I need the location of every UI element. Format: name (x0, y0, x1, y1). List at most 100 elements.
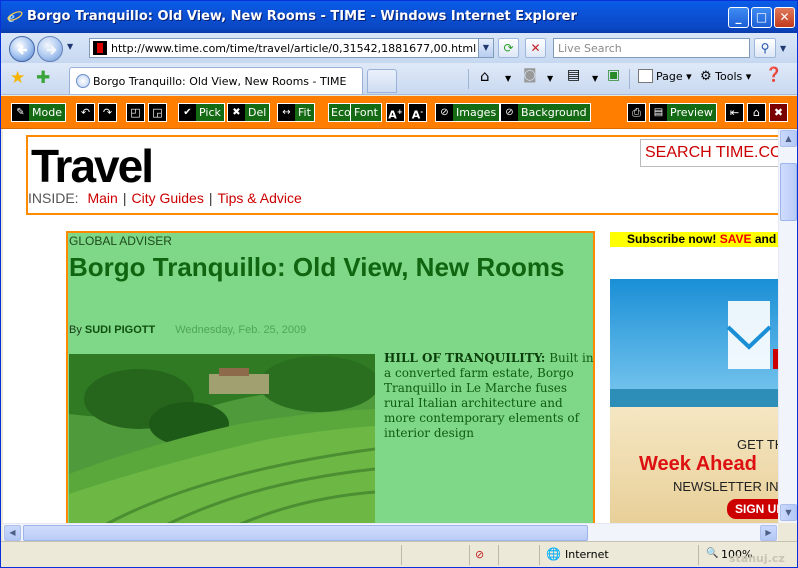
preview-button[interactable]: ▤ Preview (649, 103, 717, 122)
print-page-button[interactable]: ⎙ (627, 103, 646, 122)
page-menu[interactable]: Page ▾ (638, 69, 692, 83)
browser-window: e Borgo Tranquillo: Old View, New Rooms … (0, 0, 798, 568)
refresh-button[interactable]: ⟳ (498, 38, 519, 58)
site-header: Travel SEARCH TIME.COM INSIDE: Main|City… (26, 135, 778, 215)
vertical-scrollbar[interactable]: ▲ ▼ (778, 129, 797, 523)
article-headline: Borgo Tranquillo: Old View, New Rooms (69, 252, 565, 282)
images-button[interactable]: ⊘ Images (435, 103, 501, 122)
close-button[interactable]: ✕ (774, 7, 795, 28)
add-favorite-icon[interactable]: ✚ (36, 68, 50, 88)
favorites-star-icon[interactable]: ★ (10, 68, 25, 88)
stop-button[interactable]: ✕ (525, 38, 546, 58)
print-dropdown-icon[interactable]: ▼ (592, 74, 598, 83)
security-zone-text[interactable]: Internet (565, 548, 609, 561)
divider (468, 69, 469, 89)
minimize-icon: _ (735, 10, 742, 24)
nav-separator: | (208, 190, 213, 206)
travel-logo[interactable]: Travel (31, 139, 154, 193)
scroll-left-icon[interactable]: ◀ (4, 525, 21, 541)
gear-icon: ⚙ (700, 69, 712, 84)
feeds-icon[interactable]: ◙ (523, 67, 537, 83)
tab-active[interactable]: Borgo Tranquillo: Old View, New Rooms - … (69, 67, 363, 94)
scroll-right-icon[interactable]: ▶ (760, 525, 777, 541)
font-smaller-button[interactable]: A- (408, 103, 427, 122)
hillside-photo-image (69, 354, 375, 523)
nav-link-city-guides[interactable]: City Guides (131, 190, 203, 206)
forward-button[interactable] (37, 36, 63, 62)
page-viewport: Travel SEARCH TIME.COM INSIDE: Main|City… (3, 129, 778, 523)
url-text[interactable]: http://www.time.com/time/travel/article/… (111, 42, 476, 55)
address-row: ▼ http://www.time.com/time/travel/articl… (1, 33, 797, 63)
recent-pages-chevron-icon[interactable]: ▼ (67, 42, 73, 51)
address-dropdown-icon[interactable]: ▼ (478, 39, 493, 57)
search-time-field[interactable]: SEARCH TIME.COM (640, 139, 778, 167)
zoom-magnifier-icon: 🔍 (706, 548, 719, 559)
undo-button[interactable]: ↶ (76, 103, 95, 122)
shrink-button[interactable]: ◲ (148, 103, 167, 122)
no-background-icon: ⊘ (501, 104, 518, 121)
status-divider (539, 545, 540, 565)
pick-button[interactable]: ✔ Pick (178, 103, 225, 122)
maximize-icon: □ (755, 10, 768, 24)
back-to-page-button[interactable]: ⇤ (725, 103, 744, 122)
nav-link-tips-advice[interactable]: Tips & Advice (217, 190, 301, 206)
minimize-button[interactable]: _ (728, 7, 749, 28)
back-button[interactable] (9, 36, 35, 62)
del-button[interactable]: ✖ Del (227, 103, 271, 122)
subscribe-banner[interactable]: Subscribe now! SAVE and m (610, 232, 778, 247)
expand-button[interactable]: ◰ (126, 103, 145, 122)
no-images-icon: ⊘ (436, 104, 453, 121)
font-larger-button[interactable]: A+ (386, 103, 405, 122)
vertical-scroll-thumb[interactable] (780, 163, 797, 221)
print-icon[interactable]: ▤ (567, 67, 580, 83)
font-button[interactable]: Font (350, 103, 382, 122)
search-options-chevron-icon[interactable]: ▼ (780, 44, 786, 53)
nav-link-main[interactable]: Main (87, 190, 117, 206)
home-toolbar-button[interactable]: ⌂ (747, 103, 766, 122)
undo-icon: ↶ (80, 106, 91, 119)
background-button[interactable]: ⊘ Background (500, 103, 591, 122)
live-search-input[interactable]: Live Search (553, 38, 750, 58)
ad-newsletter-text: NEWSLETTER IN (673, 479, 778, 494)
tools-menu[interactable]: ⚙ Tools ▾ (700, 69, 751, 84)
author-name[interactable]: SUDI PIGOTT (85, 324, 155, 336)
byline: By SUDI PIGOTT Wednesday, Feb. 25, 2009 (69, 324, 307, 336)
popup-blocked-icon[interactable]: ⊘ (475, 548, 484, 561)
preview-icon: ▤ (650, 104, 667, 121)
tab-title: Borgo Tranquillo: Old View, New Rooms - … (93, 75, 347, 88)
close-toolbar-button[interactable]: ✖ (769, 103, 788, 122)
printer-icon: ⎙ (632, 106, 641, 119)
scroll-up-icon[interactable]: ▲ (780, 130, 797, 147)
nav-separator: | (122, 190, 127, 206)
refresh-icon: ⟳ (503, 41, 514, 55)
status-divider (698, 545, 699, 565)
research-icon[interactable]: ▣ (607, 67, 620, 83)
ad-sign-up-button[interactable]: SIGN UP (727, 499, 778, 519)
ie-logo-icon: e (7, 10, 23, 24)
delete-x-icon: ✖ (228, 104, 245, 121)
close-icon: ✕ (779, 10, 790, 24)
home-dropdown-icon[interactable]: ▼ (505, 74, 511, 83)
scroll-down-icon[interactable]: ▼ (780, 504, 797, 521)
pencil-icon: ✎ (12, 104, 29, 121)
home-icon[interactable]: ⌂ (480, 67, 490, 85)
maximize-button[interactable]: □ (751, 7, 772, 28)
horizontal-scrollbar[interactable]: ◀ ▶ (3, 523, 778, 541)
feeds-dropdown-icon[interactable]: ▼ (547, 74, 553, 83)
redo-button[interactable]: ↷ (98, 103, 117, 122)
article-photo (69, 354, 375, 523)
newsletter-ad[interactable]: GET TH Week Ahead NEWSLETTER IN SIGN UP (610, 279, 778, 523)
site-favicon-icon (93, 41, 107, 55)
status-divider (469, 545, 470, 565)
horizontal-scroll-thumb[interactable] (23, 525, 588, 541)
new-tab-button[interactable] (367, 69, 397, 93)
help-icon[interactable]: ❓ (765, 67, 782, 83)
address-field[interactable]: http://www.time.com/time/travel/article/… (89, 38, 494, 58)
watermark-text: stahuj.cz (729, 552, 785, 565)
mode-button[interactable]: ✎ Mode (11, 103, 66, 122)
search-button[interactable]: ⚲ (754, 38, 776, 58)
exit-arrow-icon: ⇤ (729, 106, 740, 119)
article-selection-box[interactable]: GLOBAL ADVISER Borgo Tranquillo: Old Vie… (66, 231, 595, 523)
fit-button[interactable]: ↔ Fit (277, 103, 315, 122)
inside-label: INSIDE: (28, 190, 79, 206)
